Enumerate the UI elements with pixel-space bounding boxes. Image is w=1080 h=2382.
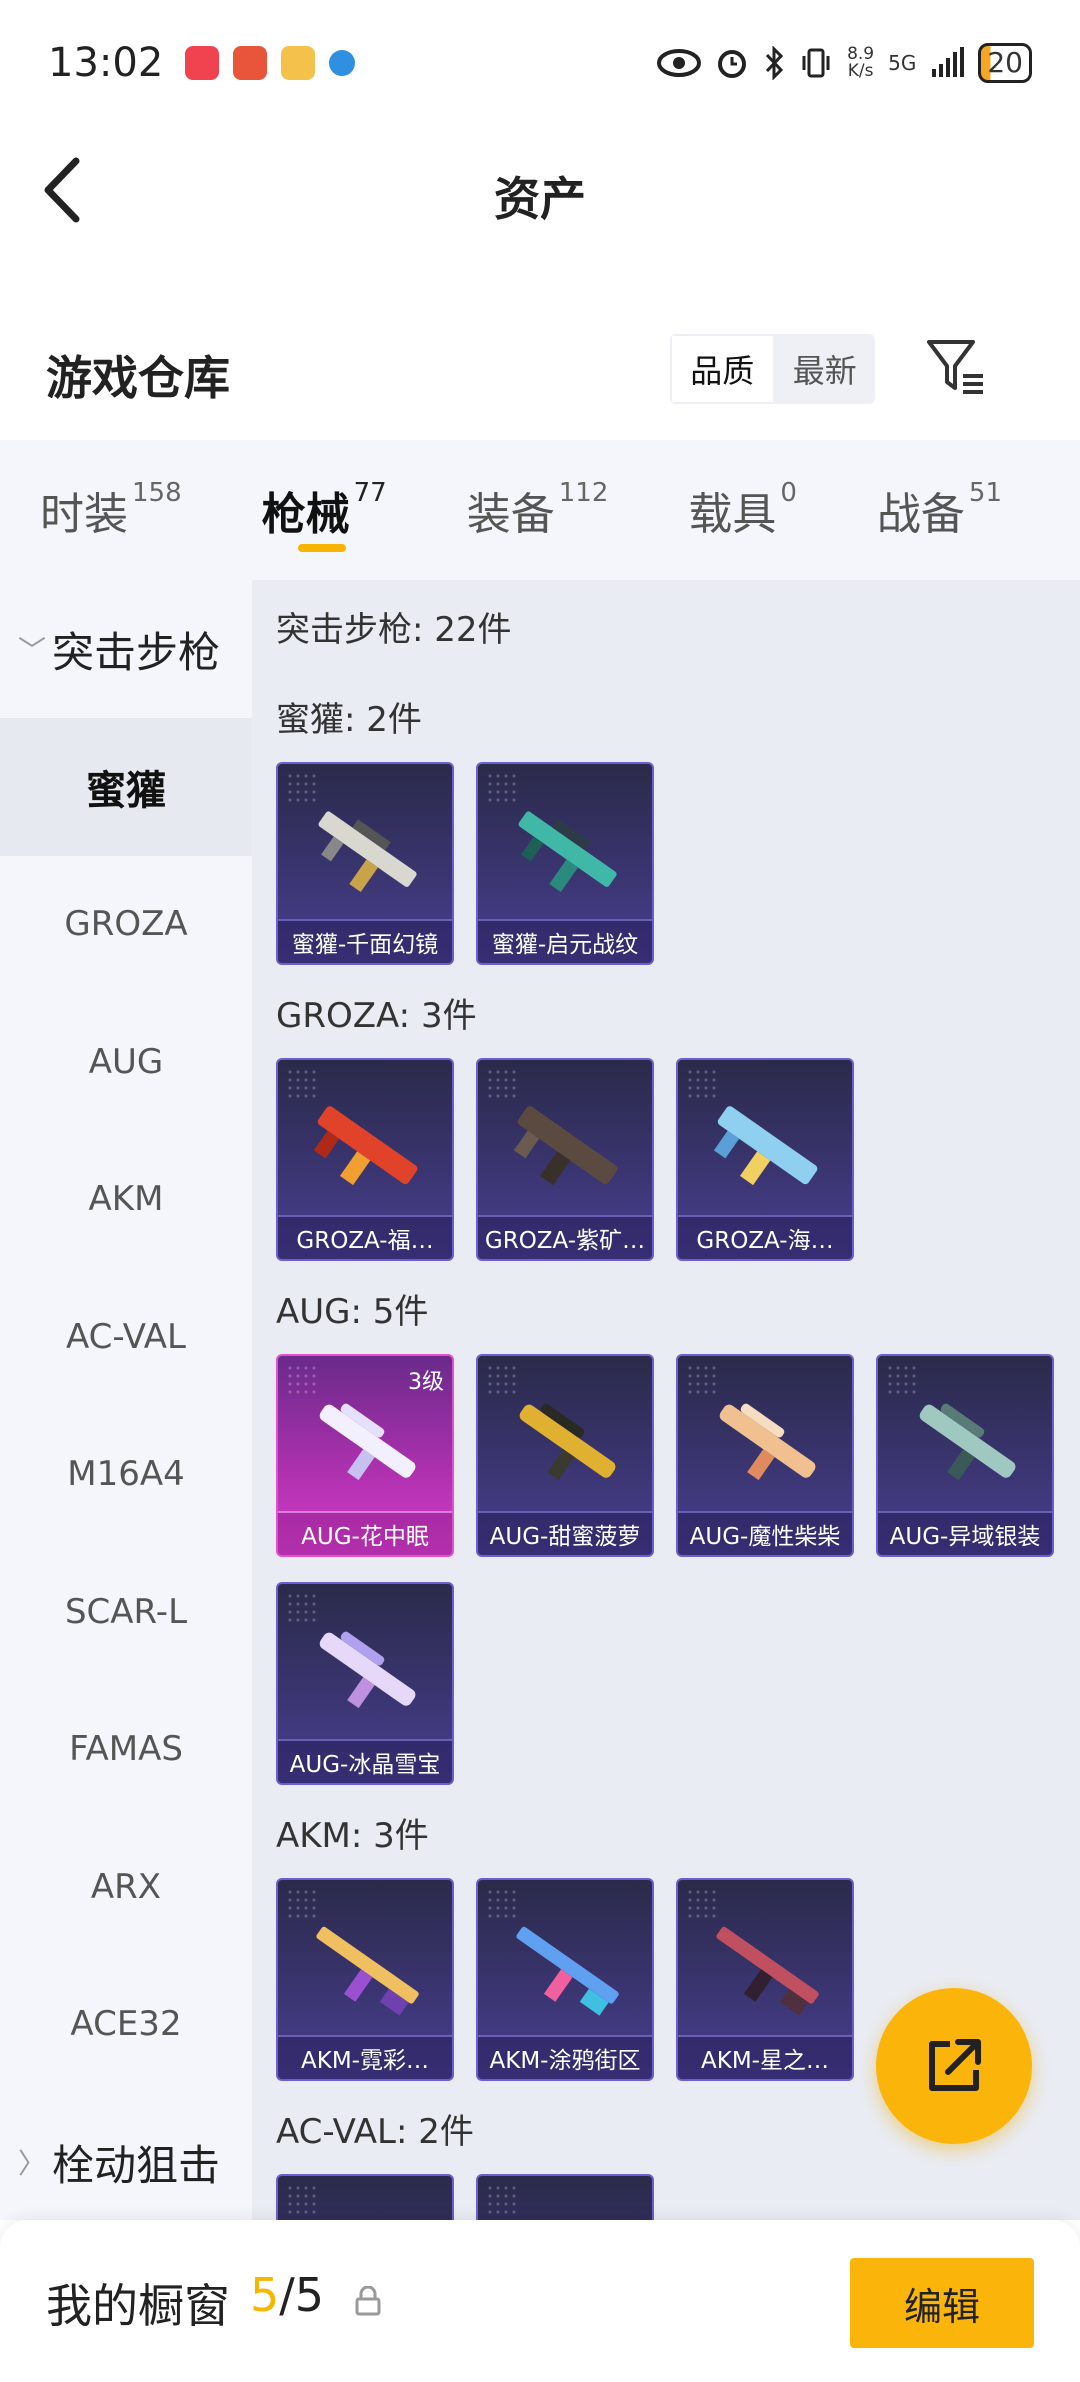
weapon-sidebar: ﹀ 突击步枪 蜜獾 GROZA AUG AKM AC-VAL M16A4 SCA… [0, 580, 252, 2220]
weapon-skin-image [313, 1106, 418, 1186]
sidebar-item-ac-val[interactable]: AC-VAL [0, 1268, 252, 1406]
weapon-skin-image [713, 1106, 818, 1186]
notification-app-icon [281, 45, 316, 80]
weapon-card[interactable]: AUG-异域银装 [876, 1354, 1054, 1557]
weapon-card-label: AKM-星之… [678, 2035, 852, 2079]
weapon-card[interactable]: GROZA-福… [276, 1058, 454, 1261]
weapon-card[interactable]: 3级 AUG-花中眠 [276, 1354, 454, 1557]
weapon-card[interactable]: 蜜獾-启元战纹 [476, 762, 654, 965]
signal-icon [932, 46, 965, 77]
weapon-card[interactable]: AKM-星之… [676, 1878, 854, 2081]
weapon-skin-image [716, 1926, 819, 2016]
net-speed: 8.9 K/s [847, 43, 875, 81]
bluetooth-icon [765, 45, 784, 80]
tab-firearms[interactable]: 枪械 77 [262, 478, 387, 552]
network-type: 5G [888, 50, 917, 75]
category-summary: 突击步枪: 22件 [276, 610, 512, 650]
weapon-card[interactable]: AKM-霓彩… [276, 1878, 454, 2081]
sidebar-item-arx[interactable]: ARX [0, 1818, 252, 1956]
external-link-icon [929, 2039, 981, 2091]
category-tabs: 时装 158 枪械 77 装备 112 载具 0 战备 51 [0, 440, 1080, 580]
weapon-grid: 突击步枪: 22件 蜜獾: 2件 蜜獾-千面幻镜 蜜獾-启元战纹 GROZA: … [252, 580, 1080, 2220]
showcase-label: 我的橱窗 [46, 2279, 230, 2333]
weapon-card[interactable]: GROZA-海… [676, 1058, 854, 1261]
sidebar-item-famas[interactable]: FAMAS [0, 1681, 252, 1819]
weapon-card-label: AUG-冰晶雪宝 [278, 1739, 452, 1783]
status-bar: 13:02 8.9 K/s 5G 20 [0, 0, 1080, 125]
weapon-card-label: AUG-甜蜜菠萝 [478, 1511, 652, 1555]
weapon-card-label: GROZA-紫矿… [478, 1215, 652, 1259]
alarm-icon [718, 49, 747, 78]
edit-button[interactable]: 编辑 [850, 2258, 1034, 2348]
sidebar-item-honey-badger[interactable]: 蜜獾 [0, 718, 252, 856]
weapon-skin-image [513, 1106, 618, 1186]
section-title: 蜜獾: 2件 [276, 700, 422, 740]
warehouse-header: 游戏仓库 品质 最新 [0, 320, 1080, 440]
weapon-card-label: AUG-花中眠 [278, 1511, 452, 1555]
weapon-skin-image [719, 1403, 816, 1481]
sidebar-item-akm[interactable]: AKM [0, 1131, 252, 1269]
page-title: 资产 [494, 172, 586, 226]
weapon-card[interactable]: 蜜獾-千面幻镜 [276, 762, 454, 965]
chevron-right-icon: 〉 [18, 2147, 47, 2180]
weapon-card-label: GROZA-福… [278, 1215, 452, 1259]
section-title: AUG: 5件 [276, 1292, 429, 1332]
weapon-card-label: AUG-魔性柴柴 [678, 1511, 852, 1555]
weapon-card-label: GROZA-海… [678, 1215, 852, 1259]
showcase-count: 5/5 [250, 2268, 325, 2322]
weapon-skin-image [516, 1926, 619, 2016]
sidebar-group-bolt-snipers[interactable]: 〉 栓动狙击 [0, 2093, 252, 2231]
weapon-skin-image [316, 1926, 419, 2016]
chevron-down-icon: ﹀ [18, 634, 47, 667]
sidebar-item-scar-l[interactable]: SCAR-L [0, 1543, 252, 1681]
tab-vehicles[interactable]: 载具 0 [688, 478, 797, 542]
status-time: 13:02 [48, 39, 164, 86]
nav-bar: 资产 [0, 125, 1080, 250]
weapon-skin-image [319, 1631, 416, 1709]
weapon-skin-image [319, 1403, 416, 1481]
weapon-card-label: AKM-霓彩… [278, 2035, 452, 2079]
vibrate-icon [802, 48, 830, 77]
eye-icon [657, 48, 702, 77]
weapon-card[interactable]: AUG-冰晶雪宝 [276, 1582, 454, 1785]
section-title: GROZA: 3件 [276, 996, 477, 1036]
weapon-card[interactable]: GROZA-紫矿… [476, 1058, 654, 1261]
weapon-card-label: AUG-异域银装 [878, 1511, 1052, 1555]
weapon-card[interactable]: AUG-魔性柴柴 [676, 1354, 854, 1557]
notification-app-icon [185, 45, 220, 80]
active-tab-indicator [297, 544, 346, 552]
showcase-bar: 我的橱窗 5/5 编辑 [0, 2220, 1080, 2382]
sidebar-item-aug[interactable]: AUG [0, 993, 252, 1131]
sort-quality-button[interactable]: 品质 [670, 334, 775, 404]
weapon-card-label: AKM-涂鸦街区 [478, 2035, 652, 2079]
sidebar-group-assault-rifles[interactable]: ﹀ 突击步枪 [0, 580, 252, 718]
weapon-card-label: 蜜獾-启元战纹 [478, 919, 652, 963]
weapon-card[interactable] [476, 2174, 654, 2220]
section-title: AC-VAL: 2件 [276, 2112, 474, 2152]
sidebar-item-groza[interactable]: GROZA [0, 856, 252, 994]
tab-equipment[interactable]: 装备 112 [467, 478, 609, 542]
weapon-skin-image [518, 811, 617, 893]
sidebar-item-m16a4[interactable]: M16A4 [0, 1406, 252, 1544]
weapon-skin-image [519, 1403, 616, 1481]
share-button[interactable] [876, 1988, 1032, 2144]
lock-icon [355, 2286, 381, 2316]
weapon-card[interactable]: AKM-涂鸦街区 [476, 1878, 654, 2081]
filter-icon[interactable] [925, 336, 987, 398]
battery-indicator: 20 [978, 42, 1032, 83]
weapon-skin-image [318, 811, 417, 893]
weapon-card[interactable]: AUG-甜蜜菠萝 [476, 1354, 654, 1557]
notification-app-icon [233, 45, 268, 80]
weapon-skin-image [919, 1403, 1016, 1481]
sidebar-item-ace32[interactable]: ACE32 [0, 1956, 252, 2094]
weapon-card-label: 蜜獾-千面幻镜 [278, 919, 452, 963]
weapon-card[interactable] [276, 2174, 454, 2220]
warehouse-title: 游戏仓库 [46, 351, 230, 405]
tab-fashion[interactable]: 时装 158 [40, 478, 182, 542]
tab-tactical[interactable]: 战备 51 [877, 478, 1002, 542]
sort-toggle: 品质 最新 [670, 334, 875, 404]
section-title: AKM: 3件 [276, 1816, 429, 1856]
sort-latest-button[interactable]: 最新 [775, 334, 876, 404]
notification-app-icon [329, 49, 356, 76]
